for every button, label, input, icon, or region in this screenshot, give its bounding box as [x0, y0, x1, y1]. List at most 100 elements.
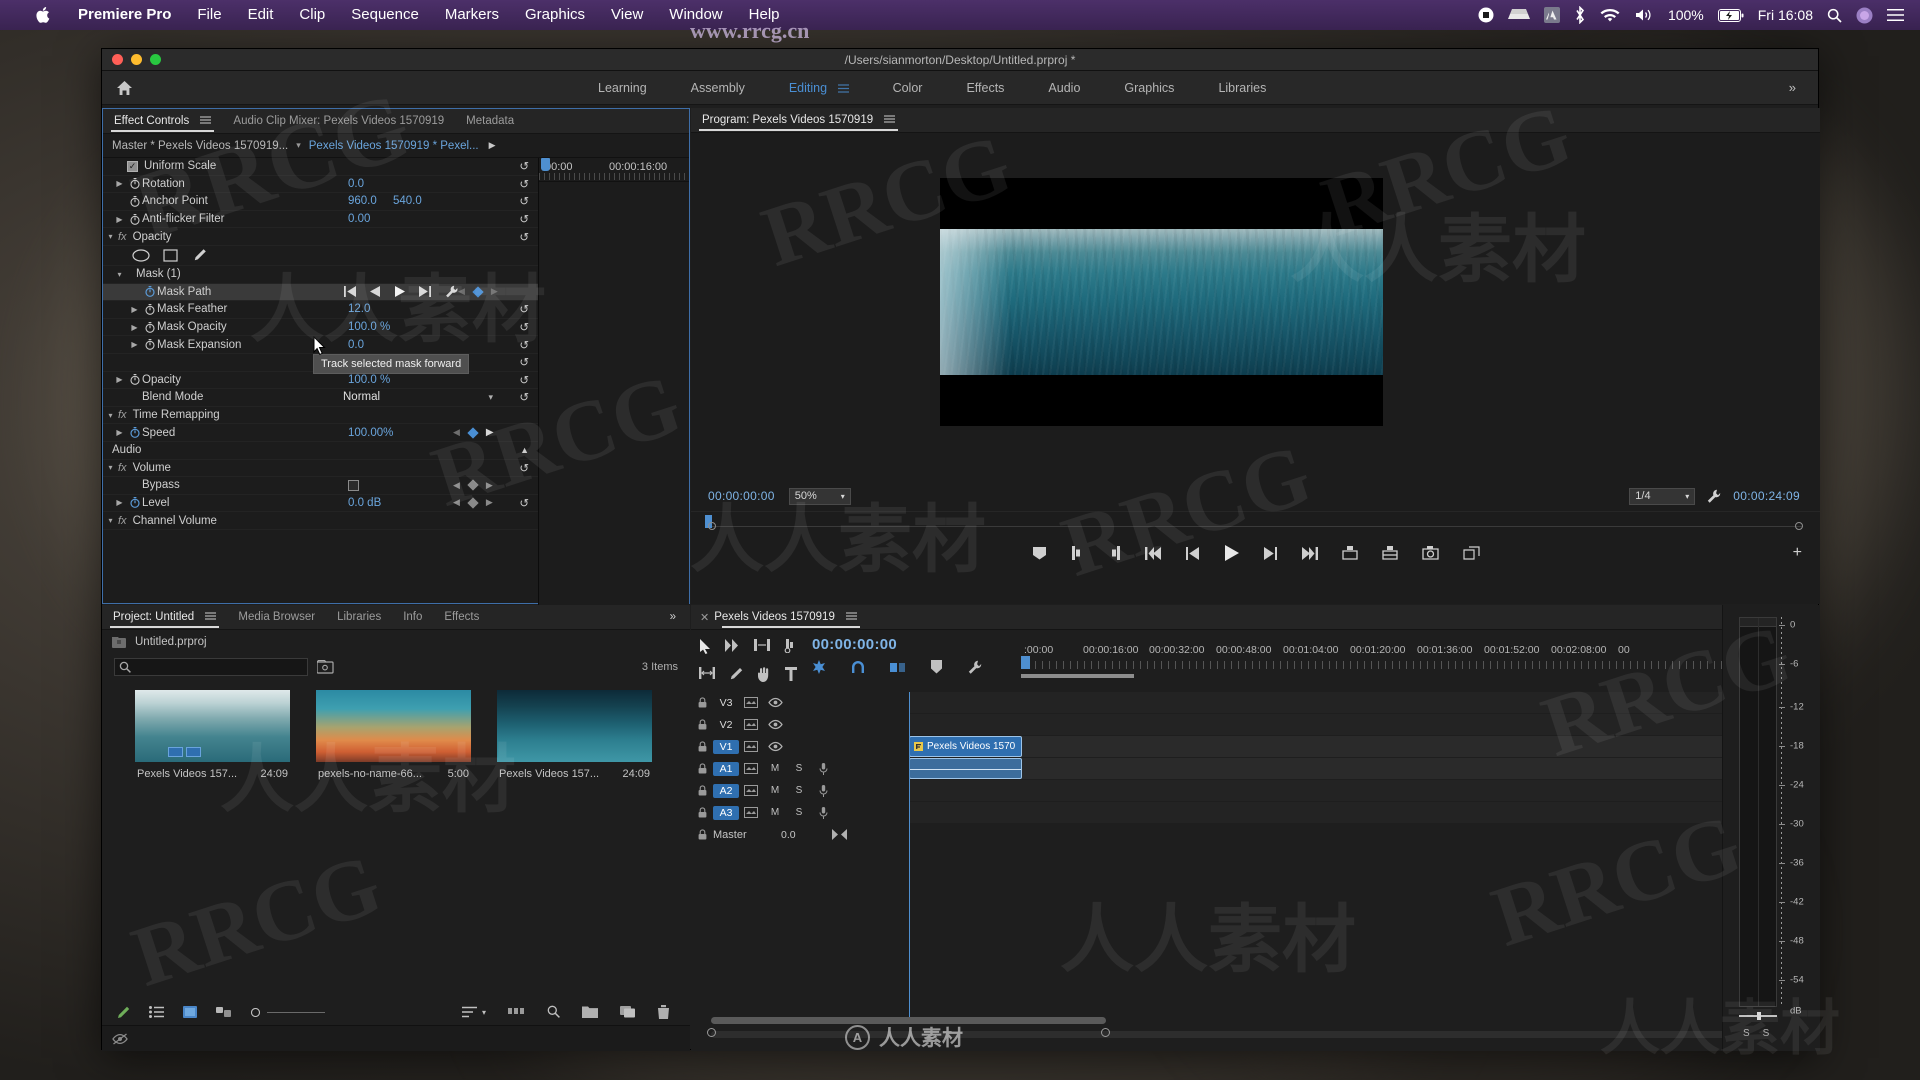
track-target-icon[interactable]: [739, 719, 763, 730]
snap-icon[interactable]: [812, 660, 826, 674]
uniform-scale-checkbox[interactable]: [127, 160, 138, 172]
lane-v2[interactable]: [909, 714, 1820, 735]
wifi-icon[interactable]: [1600, 8, 1620, 23]
track-solo-button[interactable]: S: [787, 763, 811, 774]
track-forward-one-frame-icon[interactable]: [418, 286, 432, 298]
track-target-icon[interactable]: [739, 807, 763, 818]
next-keyframe-icon[interactable]: ▶: [491, 286, 498, 297]
track-name-a2[interactable]: A2: [713, 783, 739, 798]
row-bypass[interactable]: Bypass ◀ ▶: [103, 477, 538, 495]
master-level-value[interactable]: 0.0: [781, 829, 796, 841]
stopwatch-icon[interactable]: [142, 339, 157, 350]
lift-icon[interactable]: [1341, 546, 1358, 560]
step-forward-icon[interactable]: [1263, 546, 1277, 560]
opacity-value[interactable]: 100.0 %: [348, 374, 390, 386]
reset-icon[interactable]: ↺: [519, 177, 529, 191]
next-keyframe-icon[interactable]: ▶: [486, 427, 494, 438]
new-bin-icon[interactable]: [582, 1005, 598, 1019]
timeline-ruler[interactable]: :00:00 00:00:16:00 00:00:32:00 00:00:48:…: [1021, 630, 1820, 670]
row-uniform-scale[interactable]: Uniform Scale ↺: [103, 158, 538, 176]
master-pan-icon[interactable]: [831, 829, 847, 840]
comparison-view-icon[interactable]: [1462, 546, 1480, 560]
twirl-icon[interactable]: ▾: [103, 411, 118, 420]
track-visibility-icon[interactable]: [763, 741, 787, 752]
workspace-tab-editing[interactable]: Editing: [767, 71, 871, 105]
lock-icon[interactable]: [691, 807, 713, 818]
delete-icon[interactable]: [657, 1005, 670, 1019]
reset-icon[interactable]: ↺: [519, 390, 529, 404]
search-field[interactable]: [135, 661, 295, 673]
ripple-edit-tool[interactable]: [754, 639, 770, 654]
mark-out-icon[interactable]: [1108, 546, 1121, 560]
drive-icon[interactable]: [1507, 8, 1530, 23]
magnet-icon[interactable]: [851, 660, 865, 674]
menu-graphics[interactable]: Graphics: [512, 0, 598, 30]
find-icon[interactable]: [547, 1005, 560, 1019]
timeline-playhead-marker[interactable]: [1021, 656, 1030, 669]
workspace-tab-graphics[interactable]: Graphics: [1102, 71, 1196, 105]
twirl-icon[interactable]: ▾: [103, 232, 118, 241]
rotation-value[interactable]: 0.0: [348, 178, 364, 190]
lane-a1[interactable]: [909, 758, 1820, 779]
track-name-a1[interactable]: A1: [713, 761, 739, 776]
list-view-icon[interactable]: [149, 1006, 164, 1018]
next-keyframe-icon[interactable]: ▶: [486, 480, 493, 491]
program-scrubber[interactable]: [691, 511, 1820, 533]
level-value[interactable]: 0.0 dB: [348, 497, 381, 509]
track-voiceover-icon[interactable]: [811, 784, 835, 797]
project-item-thumbnail[interactable]: [497, 690, 652, 762]
timeline-video-clip[interactable]: Pexels Videos 1570: [909, 736, 1022, 757]
add-keyframe-icon[interactable]: [467, 497, 479, 509]
lock-icon[interactable]: [691, 785, 713, 796]
tab-program-monitor[interactable]: Program: Pexels Videos 1570919: [691, 108, 906, 133]
lock-icon[interactable]: [691, 763, 713, 774]
siri-icon[interactable]: [1856, 7, 1873, 24]
track-voiceover-icon[interactable]: [811, 762, 835, 775]
previous-keyframe-icon[interactable]: ◀: [458, 286, 465, 297]
menu-file[interactable]: File: [184, 0, 234, 30]
lock-icon[interactable]: [691, 741, 713, 752]
twirl-icon[interactable]: ▶: [112, 428, 127, 437]
menu-clip[interactable]: Clip: [286, 0, 338, 30]
effect-controls-ruler[interactable]: 00:00 00:00:16:00: [539, 158, 689, 182]
track-visibility-icon[interactable]: [763, 697, 787, 708]
add-keyframe-icon[interactable]: [467, 426, 479, 439]
menu-sequence[interactable]: Sequence: [338, 0, 432, 30]
automate-to-sequence-icon[interactable]: [508, 1005, 525, 1019]
timeline-audio-clip[interactable]: [909, 758, 1022, 779]
playback-resolution-dropdown[interactable]: 1/4 ▾: [1629, 487, 1696, 505]
track-backward-icon[interactable]: [370, 286, 381, 298]
project-item[interactable]: Pexels Videos 157... 24:09: [135, 690, 290, 780]
timeline-settings-icon[interactable]: [968, 660, 982, 674]
workspace-tab-audio[interactable]: Audio: [1026, 71, 1102, 105]
reset-icon[interactable]: ↺: [519, 320, 529, 334]
scrollbar-right-handle[interactable]: [1101, 1028, 1110, 1037]
mask-opacity-value[interactable]: 100.0 %: [348, 321, 390, 333]
tab-effects[interactable]: Effects: [433, 605, 490, 630]
mask-feather-value[interactable]: 12.0: [348, 303, 370, 315]
workspace-menu-icon[interactable]: [837, 81, 849, 95]
twirl-icon[interactable]: ▶: [112, 179, 127, 188]
row-blend-mode[interactable]: Blend Mode Normal ▾ ↺: [103, 389, 538, 407]
meter-channel-left[interactable]: S: [1743, 1028, 1750, 1039]
adobe-icon[interactable]: [1543, 7, 1560, 23]
tab-libraries[interactable]: Libraries: [326, 605, 392, 630]
track-voiceover-icon[interactable]: [811, 806, 835, 819]
collapse-icon[interactable]: ▲: [520, 445, 529, 455]
selection-tool[interactable]: [699, 639, 711, 654]
track-target-icon[interactable]: [739, 785, 763, 796]
reset-icon[interactable]: ↺: [519, 159, 529, 173]
wrench-icon[interactable]: [1707, 489, 1721, 503]
track-mute-button[interactable]: M: [763, 785, 787, 796]
row-mask-opacity[interactable]: ▶ Mask Opacity 100.0 % ↺: [103, 319, 538, 337]
workspace-tab-libraries[interactable]: Libraries: [1196, 71, 1288, 105]
menu-view[interactable]: View: [598, 0, 656, 30]
pen-tool[interactable]: [729, 667, 743, 682]
project-item[interactable]: pexels-no-name-66... 5:00: [316, 690, 471, 780]
mask-tracking-settings-icon[interactable]: [445, 285, 458, 298]
record-icon[interactable]: [1478, 7, 1494, 23]
master-clip-label[interactable]: Master * Pexels Videos 1570919...: [103, 140, 288, 152]
row-mask-group[interactable]: ▾ Mask (1): [103, 266, 538, 284]
twirl-icon[interactable]: ▶: [112, 375, 127, 384]
track-header-a1[interactable]: A1 M S: [691, 758, 909, 779]
